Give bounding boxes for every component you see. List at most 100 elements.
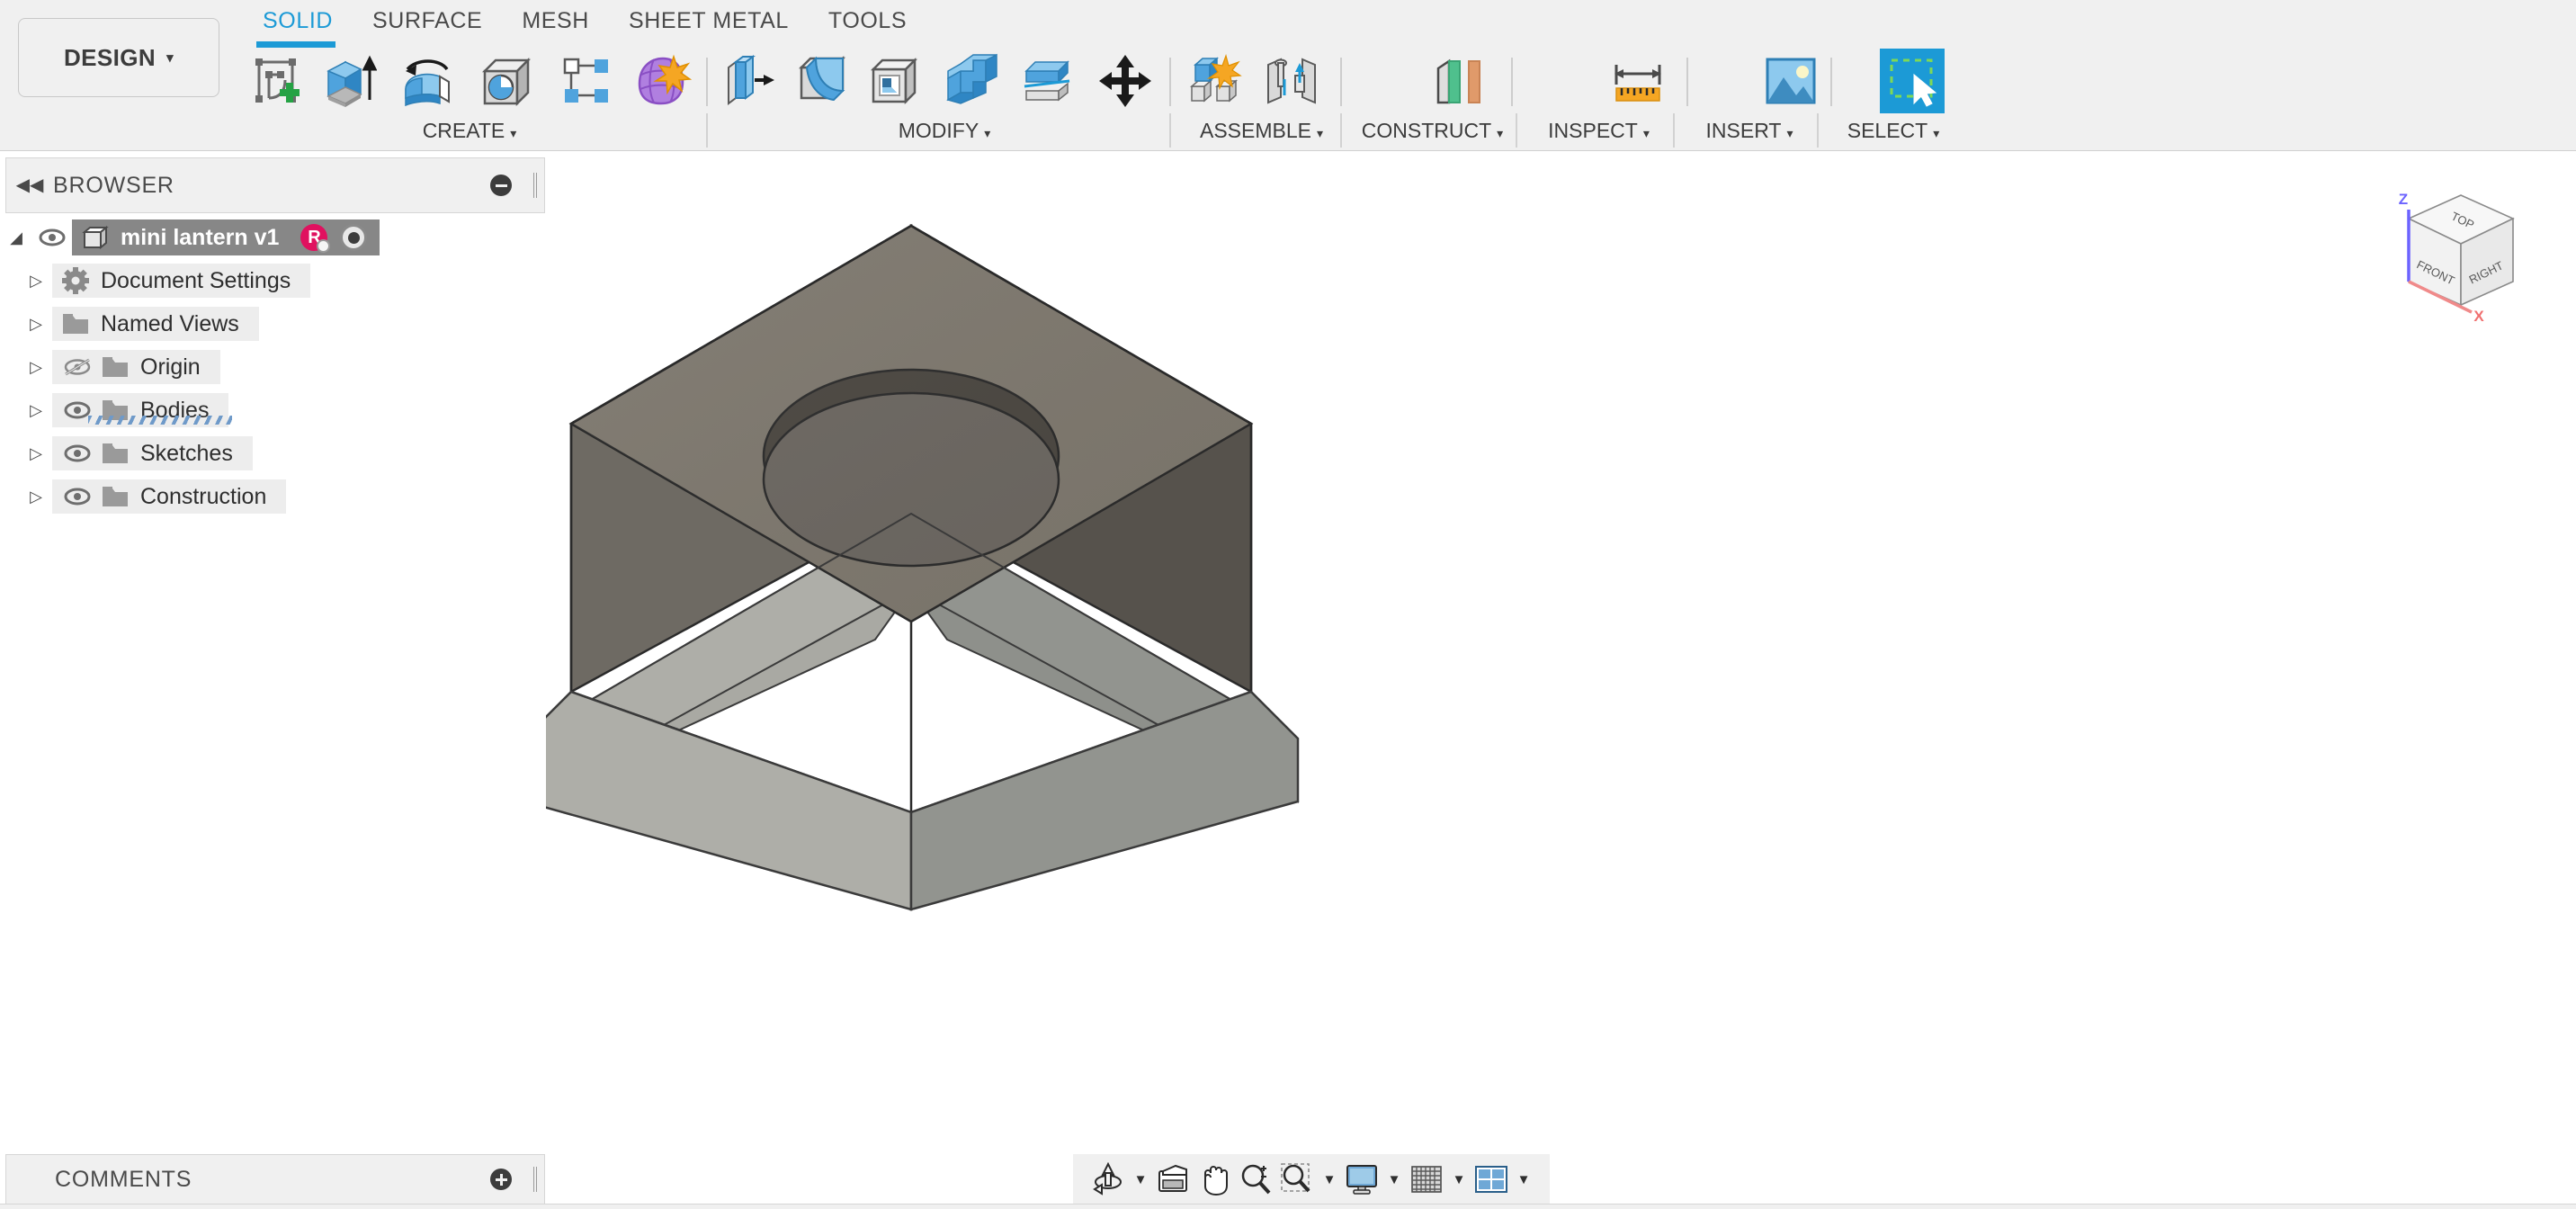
orbit-dropdown-caret-icon[interactable]: ▼ <box>1129 1159 1152 1200</box>
revolve-icon[interactable] <box>396 49 461 113</box>
browser-tree: ◢ mini lantern v1 R ▷ Document Settings … <box>0 216 545 518</box>
ribbon-icon-strip <box>0 45 2576 115</box>
axis-label-x: X <box>2473 308 2484 325</box>
tree-node-document-settings[interactable]: ▷ Document Settings <box>0 259 545 302</box>
fit-dropdown-caret-icon[interactable]: ▼ <box>1318 1159 1341 1200</box>
tree-node-construction[interactable]: ▷ Construction <box>0 475 545 518</box>
panel-resize-handle[interactable] <box>533 173 537 198</box>
activate-component-radio[interactable] <box>340 224 368 251</box>
measure-icon[interactable] <box>1606 49 1670 113</box>
tree-node-origin[interactable]: ▷ Origin <box>0 345 545 389</box>
tree-node-label: Named Views <box>101 310 239 336</box>
tree-node-mini-lantern[interactable]: ◢ mini lantern v1 R <box>0 216 545 259</box>
expand-arrow-icon[interactable]: ▷ <box>20 315 52 334</box>
group-label-assemble[interactable]: ASSEMBLE ▾ <box>1183 115 1340 146</box>
display-settings-icon[interactable] <box>1341 1159 1382 1200</box>
insert-decal-icon[interactable] <box>1758 49 1823 113</box>
ribbon-tabs: SOLID SURFACE MESH SHEET METAL TOOLS <box>243 0 926 41</box>
navigation-bar: ▼ ▼ ▼ ▼ ▼ <box>1073 1154 1550 1205</box>
group-label-inspect[interactable]: INSPECT ▾ <box>1525 115 1673 146</box>
tab-solid[interactable]: SOLID <box>243 0 353 41</box>
shell-icon[interactable] <box>863 49 928 113</box>
fusion360-window: DESIGN ▾ SOLID SURFACE MESH SHEET METAL … <box>0 0 2576 1209</box>
status-bar <box>0 1204 2576 1209</box>
split-body-icon[interactable] <box>1016 49 1081 113</box>
rectangular-pattern-icon[interactable] <box>554 49 619 113</box>
move-copy-icon[interactable] <box>1093 49 1158 113</box>
folder-icon <box>97 485 133 508</box>
expand-arrow-icon[interactable]: ▷ <box>20 444 52 463</box>
expand-arrow-icon[interactable]: ◢ <box>0 228 32 247</box>
group-label-select[interactable]: SELECT ▾ <box>1826 115 1961 146</box>
joint-icon[interactable] <box>1259 49 1324 113</box>
chevron-down-icon: ▾ <box>1642 126 1650 140</box>
create-form-icon[interactable] <box>630 49 694 113</box>
folder-icon <box>97 442 133 465</box>
tree-node-bodies[interactable]: ▷ Bodies <box>0 389 545 432</box>
expand-arrow-icon[interactable]: ▷ <box>20 488 52 506</box>
visibility-eye-off-icon[interactable] <box>58 357 97 377</box>
collapse-panel-icon[interactable]: ◀◀ <box>6 176 53 194</box>
browser-panel-header: ◀◀ BROWSER <box>5 157 545 213</box>
tree-node-label: Origin <box>140 354 201 380</box>
chevron-down-icon: ▾ <box>1933 126 1940 140</box>
create-sketch-icon[interactable] <box>245 49 309 113</box>
grid-dropdown-caret-icon[interactable]: ▼ <box>1447 1159 1471 1200</box>
press-pull-icon[interactable] <box>720 49 784 113</box>
tree-node-label: Construction <box>140 483 267 509</box>
visibility-eye-icon[interactable] <box>58 488 97 506</box>
extrude-icon[interactable] <box>317 49 381 113</box>
folder-icon <box>97 355 133 379</box>
tab-surface[interactable]: SURFACE <box>353 0 502 41</box>
minimize-icon[interactable] <box>490 175 512 196</box>
expand-arrow-icon[interactable]: ▷ <box>20 358 52 377</box>
folder-icon <box>58 312 94 336</box>
tree-node-sketches[interactable]: ▷ Sketches <box>0 432 545 475</box>
chevron-down-icon: ▾ <box>1497 126 1504 140</box>
chevron-down-icon: ▾ <box>984 126 991 140</box>
select-icon[interactable] <box>1880 49 1945 113</box>
fit-icon[interactable] <box>1276 1159 1318 1200</box>
tab-mesh[interactable]: MESH <box>502 0 609 41</box>
visibility-eye-icon[interactable] <box>32 228 72 246</box>
viewports-icon[interactable] <box>1471 1159 1512 1200</box>
viewports-dropdown-caret-icon[interactable]: ▼ <box>1512 1159 1535 1200</box>
look-at-icon[interactable] <box>1152 1159 1194 1200</box>
fillet-icon[interactable] <box>792 49 856 113</box>
tab-sheet-metal[interactable]: SHEET METAL <box>609 0 809 41</box>
group-label-create[interactable]: CREATE ▾ <box>245 115 694 146</box>
gear-icon <box>58 267 94 294</box>
group-label-insert[interactable]: INSERT ▾ <box>1682 115 1817 146</box>
model-render[interactable] <box>523 157 2576 1143</box>
orbit-icon[interactable] <box>1087 1159 1129 1200</box>
expand-arrow-icon[interactable]: ▷ <box>20 401 52 420</box>
hole-icon[interactable] <box>475 49 540 113</box>
chevron-down-icon: ▾ <box>1316 126 1324 140</box>
new-component-icon[interactable] <box>1183 49 1248 113</box>
panel-resize-handle[interactable] <box>533 1167 537 1192</box>
comments-title: COMMENTS <box>55 1166 192 1192</box>
group-label-construct[interactable]: CONSTRUCT ▾ <box>1349 115 1516 146</box>
3d-viewport[interactable]: TOP FRONT RIGHT Z X <box>523 157 2576 1143</box>
viewcube[interactable]: TOP FRONT RIGHT Z X <box>2362 175 2533 337</box>
grid-snaps-icon[interactable] <box>1406 1159 1447 1200</box>
add-comment-icon[interactable] <box>490 1169 512 1190</box>
component-icon <box>77 225 113 250</box>
visibility-eye-icon[interactable] <box>58 444 97 462</box>
root-component-badge[interactable]: R <box>300 224 331 253</box>
pan-icon[interactable] <box>1194 1159 1235 1200</box>
display-dropdown-caret-icon[interactable]: ▼ <box>1382 1159 1406 1200</box>
axis-label-z: Z <box>2399 191 2408 208</box>
tree-node-label: mini lantern v1 <box>121 224 280 250</box>
tree-node-named-views[interactable]: ▷ Named Views <box>0 302 545 345</box>
chevron-down-icon: ▾ <box>510 126 517 140</box>
comments-panel-header[interactable]: COMMENTS <box>5 1154 545 1205</box>
tab-tools[interactable]: TOOLS <box>809 0 926 41</box>
expand-arrow-icon[interactable]: ▷ <box>20 272 52 291</box>
offset-plane-icon[interactable] <box>1426 49 1490 113</box>
zoom-icon[interactable] <box>1235 1159 1276 1200</box>
group-label-modify[interactable]: MODIFY ▾ <box>720 115 1169 146</box>
chevron-down-icon: ▾ <box>1786 126 1793 140</box>
tree-node-label: Sketches <box>140 440 233 466</box>
combine-icon[interactable] <box>940 49 1005 113</box>
